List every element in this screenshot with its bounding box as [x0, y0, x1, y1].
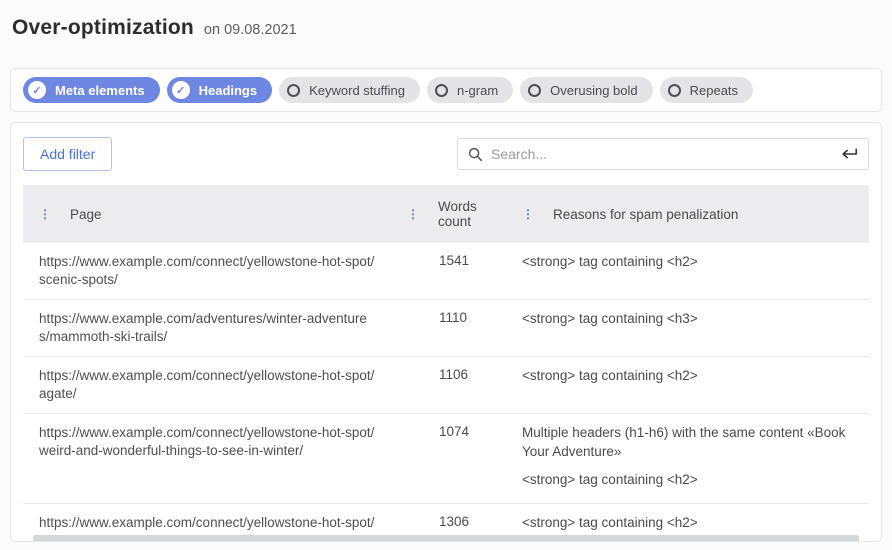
filter-chip-label: Meta elements	[55, 83, 145, 98]
filter-chip[interactable]: Overusing bold	[520, 77, 652, 103]
column-header-words-count[interactable]: ⋮ Words count	[391, 185, 506, 243]
page-header: Over-optimization on 09.08.2021	[0, 0, 892, 40]
reason-text: <strong> tag containing <h3>	[522, 310, 855, 329]
reasons-cell: <strong> tag containing <h2>	[506, 243, 869, 299]
filter-chip-label: Overusing bold	[550, 83, 637, 98]
column-dots-icon[interactable]: ⋮	[407, 208, 419, 220]
reason-text: Multiple headers (h1-h6) with the same c…	[522, 424, 855, 462]
report-panel: Add filter ⋮ Page	[10, 122, 882, 542]
page-url-cell: https://www.example.com/connect/yellowst…	[23, 357, 391, 413]
reasons-cell: <strong> tag containing <h2>	[506, 357, 869, 413]
radio-circle-icon	[287, 84, 300, 97]
reason-text: <strong> tag containing <h2>	[522, 367, 855, 386]
filter-chip[interactable]: Repeats	[660, 77, 753, 103]
column-header-label: Reasons for spam penalization	[553, 207, 738, 222]
table-body: https://www.example.com/connect/yellowst…	[23, 243, 869, 542]
page-date: on 09.08.2021	[204, 22, 297, 38]
table-row[interactable]: https://www.example.com/connect/yellowst…	[23, 357, 869, 414]
words-count-cell: 1074	[391, 414, 506, 504]
filter-chip[interactable]: ✓ Meta elements	[23, 77, 160, 103]
filter-chip[interactable]: ✓ Headings	[167, 77, 273, 103]
reasons-cell: Multiple headers (h1-h6) with the same c…	[506, 414, 869, 504]
filter-chips-bar: ✓ Meta elements ✓ Headings Keyword stuff…	[10, 68, 882, 112]
table-header-row: ⋮ Page ⋮ Words count ⋮ Reasons for spam …	[23, 185, 869, 243]
filter-chip[interactable]: n-gram	[427, 77, 513, 103]
reason-text: <strong> tag containing <h2>	[522, 471, 855, 490]
filter-chip[interactable]: Keyword stuffing	[279, 77, 420, 103]
words-count-cell: 1541	[391, 243, 506, 299]
add-filter-button[interactable]: Add filter	[23, 137, 112, 171]
cutoff-footer-bar	[33, 535, 859, 542]
words-count-cell: 1106	[391, 357, 506, 413]
check-icon: ✓	[28, 81, 46, 99]
radio-circle-icon	[668, 84, 681, 97]
radio-circle-icon	[528, 84, 541, 97]
reason-text: <strong> tag containing <h2>	[522, 514, 855, 533]
filter-chip-label: Repeats	[690, 83, 738, 98]
table-row[interactable]: https://www.example.com/connect/yellowst…	[23, 414, 869, 505]
enter-arrow-icon[interactable]	[840, 147, 858, 161]
column-header-label: Words count	[438, 199, 496, 229]
filter-chip-label: Headings	[199, 83, 258, 98]
check-icon: ✓	[172, 81, 190, 99]
page-url-cell: https://www.example.com/connect/yellowst…	[23, 243, 391, 299]
column-header-page[interactable]: ⋮ Page	[23, 185, 391, 243]
over-optimization-table: ⋮ Page ⋮ Words count ⋮ Reasons for spam …	[23, 185, 869, 542]
radio-circle-icon	[435, 84, 448, 97]
column-header-reasons[interactable]: ⋮ Reasons for spam penalization	[506, 185, 869, 243]
search-input[interactable]	[491, 146, 832, 162]
table-toolbar: Add filter	[23, 137, 869, 171]
table-row[interactable]: https://www.example.com/adventures/winte…	[23, 300, 869, 357]
reason-text: <strong> tag containing <h2>	[522, 253, 855, 272]
search-box[interactable]	[457, 138, 869, 170]
page-title: Over-optimization	[12, 16, 194, 40]
reasons-cell: <strong> tag containing <h3>	[506, 300, 869, 356]
search-icon	[468, 147, 483, 162]
column-dots-icon[interactable]: ⋮	[522, 208, 534, 220]
column-header-label: Page	[70, 207, 102, 222]
page-url-cell: https://www.example.com/connect/yellowst…	[23, 414, 391, 504]
filter-chip-label: n-gram	[457, 83, 498, 98]
filter-chip-label: Keyword stuffing	[309, 83, 405, 98]
column-dots-icon[interactable]: ⋮	[39, 208, 51, 220]
words-count-cell: 1110	[391, 300, 506, 356]
table-row[interactable]: https://www.example.com/connect/yellowst…	[23, 243, 869, 300]
page-url-cell: https://www.example.com/adventures/winte…	[23, 300, 391, 356]
